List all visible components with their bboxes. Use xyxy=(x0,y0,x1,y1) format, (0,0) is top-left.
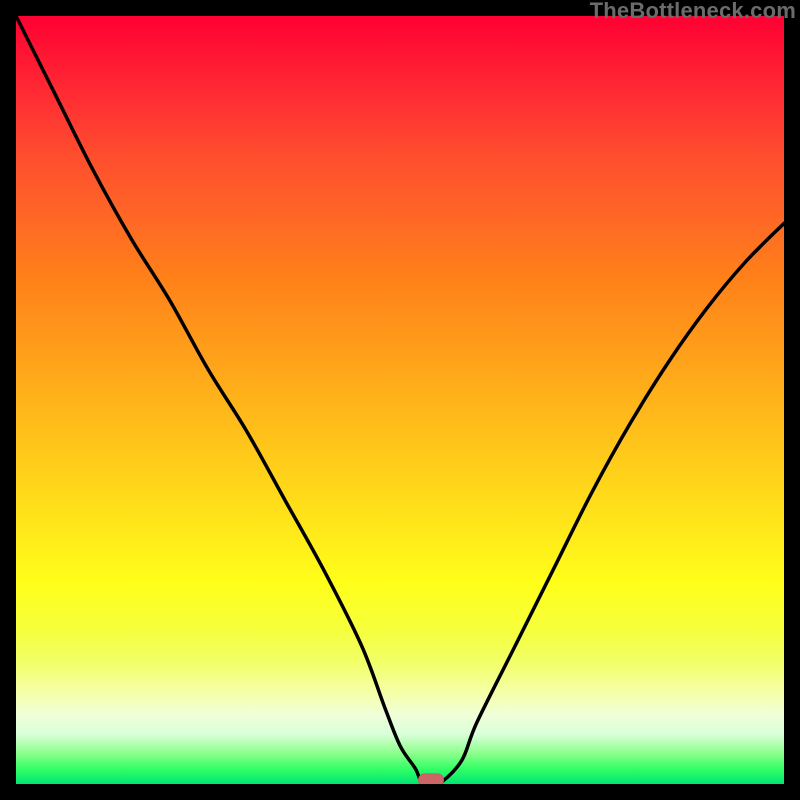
plot-area xyxy=(16,16,784,784)
optimal-point-marker xyxy=(418,774,444,784)
bottleneck-gradient-background xyxy=(16,16,784,784)
chart-frame: TheBottleneck.com xyxy=(0,0,800,800)
watermark-text: TheBottleneck.com xyxy=(590,0,796,24)
